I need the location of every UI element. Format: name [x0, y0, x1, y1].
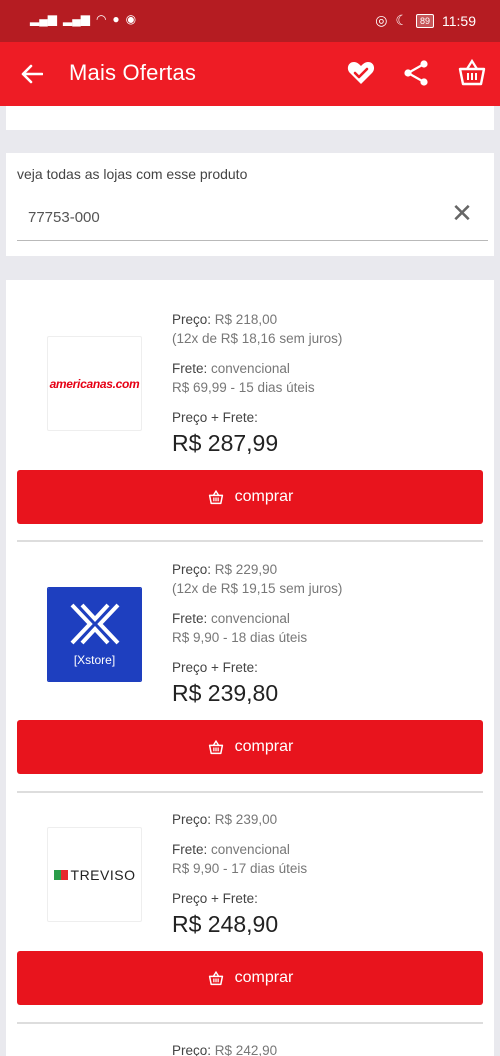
app-bar: Mais Ofertas [0, 42, 500, 106]
offer-item: TREVISO Preço: R$ 239,00 Frete: convenci… [6, 793, 494, 1023]
store-logo-text: [Xstore] [73, 652, 116, 667]
share-icon[interactable] [402, 58, 432, 90]
clear-icon[interactable]: ✕ [448, 198, 476, 228]
price-line: Preço: R$ 239,00 [172, 812, 278, 827]
buy-button[interactable]: comprar [17, 720, 483, 774]
signal-icon-2: ▂▄▆ [62, 12, 90, 26]
store-logo: [Xstore] [47, 587, 142, 682]
buy-button-label: comprar [234, 488, 294, 505]
basket-icon[interactable] [457, 57, 489, 91]
total-price: R$ 287,99 [172, 430, 279, 456]
price-value: R$ 218,00 [214, 312, 278, 327]
offer-item: Preço: R$ 242,90 [6, 1024, 494, 1056]
notification-icon: ● [112, 12, 120, 26]
clock: 11:59 [442, 12, 476, 29]
product-card-partial [6, 106, 494, 130]
price-line: Preço: R$ 229,90 [172, 562, 278, 577]
whatsapp-icon: ◉ [125, 12, 137, 26]
shipping-line: Frete: convencional [172, 842, 290, 857]
offer-item: [Xstore] Preço: R$ 229,90 (12x de R$ 19,… [6, 542, 494, 792]
shipping-line: Frete: convencional [172, 611, 290, 626]
buy-button[interactable]: comprar [17, 951, 483, 1005]
xstore-logo: [Xstore] [48, 588, 141, 681]
heart-icon[interactable] [346, 58, 378, 90]
shipping-detail: R$ 69,99 - 15 dias úteis [172, 380, 315, 395]
offers-list: americanas.com Preço: R$ 218,00 (12x de … [6, 280, 494, 1056]
price-value: R$ 229,90 [214, 562, 278, 577]
battery-icon: 89 [415, 13, 434, 28]
store-logo-text: americanas.com [49, 376, 140, 391]
installments: (12x de R$ 19,15 sem juros) [172, 581, 343, 596]
buy-button-label: comprar [234, 969, 294, 986]
x-icon [70, 603, 119, 644]
price-value: R$ 239,00 [214, 812, 278, 827]
cep-input[interactable] [17, 195, 488, 241]
offer-item: americanas.com Preço: R$ 218,00 (12x de … [6, 280, 494, 540]
total-label: Preço + Frete: [172, 891, 258, 906]
treviso-mark-icon [53, 869, 68, 880]
total-price: R$ 239,80 [172, 680, 279, 706]
store-logo: TREVISO [47, 827, 142, 922]
eye-icon: ◎ [375, 12, 388, 28]
wifi-icon: ◠ [95, 12, 107, 26]
cep-card: veja todas as lojas com esse produto ✕ [6, 153, 494, 256]
shipping-detail: R$ 9,90 - 17 dias úteis [172, 861, 308, 876]
status-bar: ▂▄▆ ▂▄▆ ◠ ● ◉ ◎ ☾ 89 11:59 [0, 0, 500, 42]
shipping-detail: R$ 9,90 - 18 dias úteis [172, 630, 308, 645]
back-arrow-icon[interactable] [14, 56, 50, 92]
price-line: Preço: R$ 218,00 [172, 312, 278, 327]
buy-button[interactable]: comprar [17, 470, 483, 524]
installments: (12x de R$ 18,16 sem juros) [172, 331, 343, 346]
moon-icon: ☾ [395, 12, 408, 28]
shipping-line: Frete: convencional [172, 361, 290, 376]
status-icons-left: ▂▄▆ ▂▄▆ ◠ ● ◉ [30, 12, 136, 26]
signal-icon: ▂▄▆ [30, 12, 57, 26]
total-label: Preço + Frete: [172, 660, 258, 675]
page-title: Mais Ofertas [69, 60, 197, 85]
basket-icon [208, 739, 223, 755]
price-value: R$ 242,90 [214, 1043, 278, 1056]
total-price: R$ 248,90 [172, 911, 279, 937]
store-logo-text: TREVISO [70, 866, 136, 883]
cep-label: veja todas as lojas com esse produto [17, 166, 248, 182]
treviso-logo: TREVISO [53, 866, 136, 883]
total-label: Preço + Frete: [172, 410, 258, 425]
price-line: Preço: R$ 242,90 [172, 1043, 278, 1056]
basket-icon [208, 489, 223, 505]
basket-icon [208, 970, 223, 986]
buy-button-label: comprar [234, 738, 294, 755]
store-logo: americanas.com [47, 336, 142, 431]
status-icons-right: ◎ ☾ 89 11:59 [375, 12, 476, 29]
